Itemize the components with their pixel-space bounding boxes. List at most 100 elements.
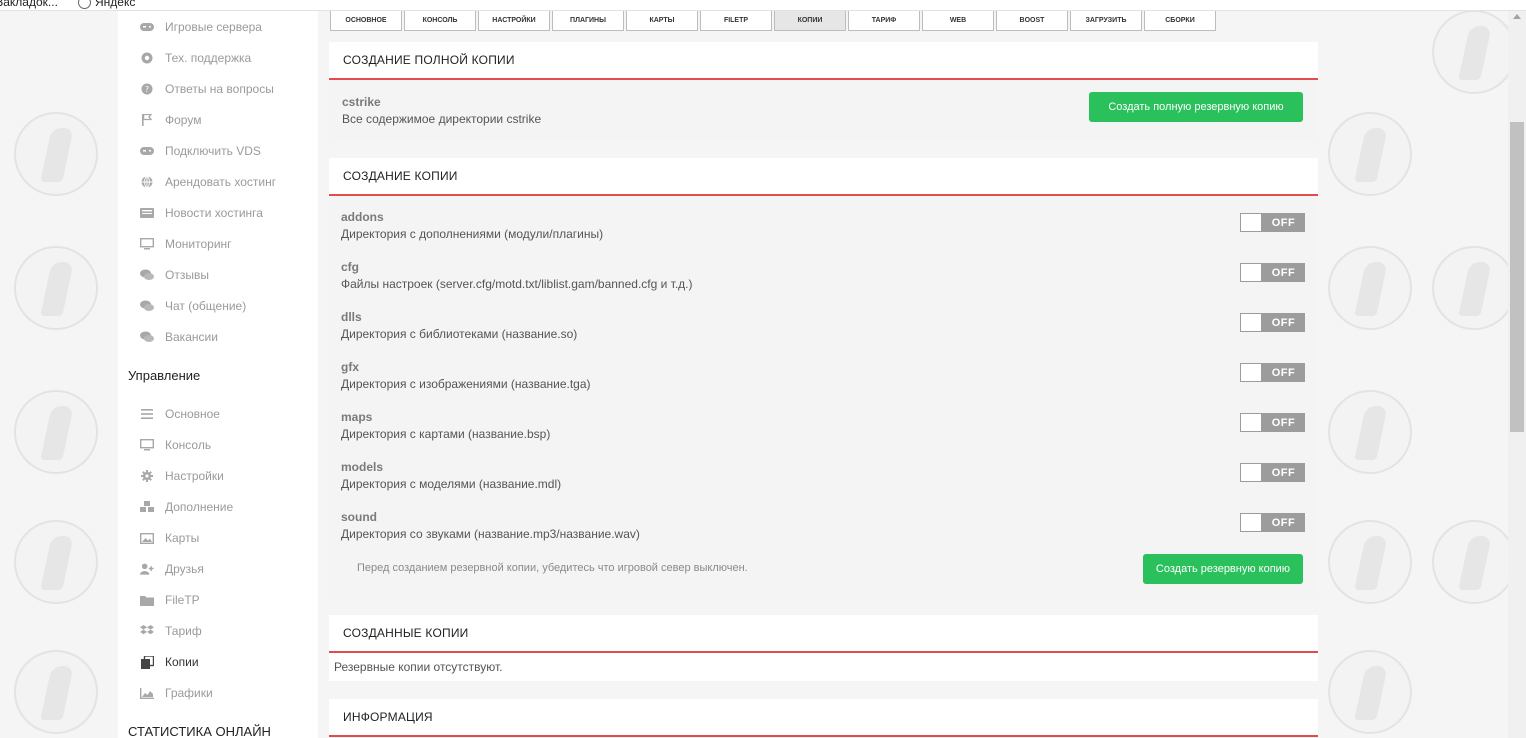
toggle-dlls[interactable]: OFF — [1240, 313, 1305, 332]
flag-icon — [140, 114, 154, 126]
created-copies-panel: СОЗДАННЫЕ КОПИИ Резервные копии отсутств… — [329, 615, 1318, 681]
sidebar-item-news[interactable]: Новости хостинга — [140, 202, 263, 224]
tab-console[interactable]: КОНСОЛЬ — [404, 11, 476, 31]
sidebar: Игровые сервера Тех. поддержка ? Ответы … — [118, 11, 318, 738]
gamepad-icon — [140, 21, 154, 33]
toggle-state: OFF — [1271, 316, 1296, 329]
tab-web[interactable]: WEB — [922, 11, 994, 31]
toggle-addons[interactable]: OFF — [1240, 213, 1305, 232]
chart-icon — [140, 687, 154, 699]
toggle-knob — [1241, 364, 1261, 381]
bookmark-item[interactable]: Закладок... — [0, 0, 58, 9]
tab-upload[interactable]: ЗАГРУЗИТЬ — [1070, 11, 1142, 31]
tab-filetp[interactable]: FILETP — [700, 11, 772, 31]
toggle-knob — [1241, 214, 1261, 231]
news-icon — [140, 207, 154, 219]
create-copy-body: addons Директория с дополнениями (модули… — [329, 196, 1318, 594]
watermark-logo — [14, 112, 98, 196]
sidebar-item-monitoring[interactable]: Мониторинг — [140, 233, 232, 255]
option-row-sound: sound Директория со звуками (название.mp… — [341, 510, 1305, 550]
toggle-maps[interactable]: OFF — [1240, 413, 1305, 432]
tab-maps[interactable]: КАРТЫ — [626, 11, 698, 31]
tab-settings[interactable]: НАСТРОЙКИ — [478, 11, 550, 31]
sidebar-item-rent-hosting[interactable]: Арендовать хостинг — [140, 171, 276, 193]
user-plus-icon — [140, 563, 154, 575]
copy-icon — [140, 655, 154, 669]
sidebar-item-label: Новости хостинга — [165, 206, 263, 220]
scroll-up-arrow-icon[interactable] — [1513, 14, 1521, 19]
tab-tariff[interactable]: ТАРИФ — [848, 11, 920, 31]
sidebar-item-vds[interactable]: Подключить VDS — [140, 140, 261, 162]
toggle-state: OFF — [1271, 266, 1296, 279]
sidebar-item-graphs[interactable]: Графики — [140, 682, 213, 704]
comments-icon — [140, 300, 154, 312]
sidebar-item-copies[interactable]: Копии — [140, 651, 199, 673]
sidebar-item-settings[interactable]: Настройки — [140, 465, 224, 487]
toggle-state: OFF — [1271, 216, 1296, 229]
tab-plugins[interactable]: ПЛАГИНЫ — [552, 11, 624, 31]
tab-copies[interactable]: КОПИИ — [774, 11, 846, 31]
sidebar-item-label: Карты — [165, 531, 200, 545]
create-backup-button[interactable]: Создать резервную копию — [1143, 554, 1303, 584]
create-full-backup-button[interactable]: Создать полную резервную копию — [1089, 92, 1303, 122]
option-desc: Директория с библиотеками (название.so) — [341, 327, 578, 341]
option-row-cfg: cfg Файлы настроек (server.cfg/motd.txt/… — [341, 260, 1305, 300]
monitor-icon — [140, 238, 154, 250]
watermark-logo — [1432, 520, 1516, 604]
sidebar-item-maps[interactable]: Карты — [140, 527, 199, 549]
comments-icon — [140, 331, 154, 343]
sidebar-item-filetp[interactable]: FileTP — [140, 589, 200, 611]
watermark-logo — [1328, 650, 1412, 734]
toggle-knob — [1241, 464, 1261, 481]
sidebar-item-game-servers[interactable]: Игровые сервера — [140, 16, 262, 38]
sidebar-item-main[interactable]: Основное — [140, 403, 220, 425]
sidebar-item-chat[interactable]: Чат (общение) — [140, 295, 246, 317]
toggle-cfg[interactable]: OFF — [1240, 263, 1305, 282]
watermark-logo — [14, 520, 98, 604]
toggle-sound[interactable]: OFF — [1240, 513, 1305, 532]
sidebar-item-tariff[interactable]: Тариф — [140, 620, 202, 642]
tab-main[interactable]: ОСНОВНОЕ — [330, 11, 402, 31]
sidebar-item-label: Тех. поддержка — [165, 51, 252, 65]
sidebar-section-stats: СТАТИСТИКА ОНЛАЙН — [128, 724, 271, 738]
sidebar-item-faq[interactable]: ? Ответы на вопросы — [140, 78, 274, 100]
sidebar-item-label: Консоль — [165, 438, 212, 452]
toggle-state: OFF — [1271, 466, 1296, 479]
sidebar-item-addons[interactable]: Дополнение — [140, 496, 233, 518]
sidebar-item-reviews[interactable]: Отзывы — [140, 264, 209, 286]
sidebar-item-vacancies[interactable]: Вакансии — [140, 326, 218, 348]
option-desc: Директория со звуками (название.mp3/назв… — [341, 527, 640, 541]
sidebar-item-label: Основное — [165, 407, 220, 421]
sidebar-item-label: Подключить VDS — [165, 144, 261, 158]
tab-boost[interactable]: BOOST — [996, 11, 1068, 31]
watermark-logo — [1328, 246, 1412, 330]
option-name: models — [341, 460, 384, 474]
option-name: addons — [341, 210, 384, 224]
sidebar-item-support[interactable]: Тех. поддержка — [140, 47, 251, 69]
sidebar-item-label: Игровые сервера — [165, 20, 262, 34]
sidebar-item-friends[interactable]: Друзья — [140, 558, 204, 580]
sidebar-item-label: Графики — [165, 686, 213, 700]
toggle-models[interactable]: OFF — [1240, 463, 1305, 482]
image-icon — [140, 532, 154, 544]
sidebar-item-forum[interactable]: Форум — [140, 109, 201, 131]
sidebar-item-label: Отзывы — [165, 268, 209, 282]
option-desc: Директория с картами (название.bsp) — [341, 427, 551, 441]
option-desc: Директория с дополнениями (модули/плагин… — [341, 227, 604, 241]
option-row-maps: maps Директория с картами (название.bsp)… — [341, 410, 1305, 450]
bookmark-yandex[interactable]: Яндекс — [78, 0, 135, 9]
toggle-knob — [1241, 314, 1261, 331]
option-desc: Директория с изображениями (название.tga… — [341, 377, 591, 391]
tab-builds[interactable]: СБОРКИ — [1144, 11, 1216, 31]
sidebar-item-label: Ответы на вопросы — [165, 82, 274, 96]
toggle-gfx[interactable]: OFF — [1240, 363, 1305, 382]
sidebar-item-label: Форум — [165, 113, 202, 127]
watermark-logo — [1432, 246, 1516, 330]
watermark-logo — [1328, 112, 1412, 196]
gear-icon — [140, 470, 154, 482]
toggle-knob — [1241, 264, 1261, 281]
scrollbar-thumb[interactable] — [1510, 122, 1524, 432]
sidebar-item-console[interactable]: Консоль — [140, 434, 211, 456]
sidebar-item-label: Тариф — [165, 624, 202, 638]
sidebar-item-label: Вакансии — [165, 330, 218, 344]
